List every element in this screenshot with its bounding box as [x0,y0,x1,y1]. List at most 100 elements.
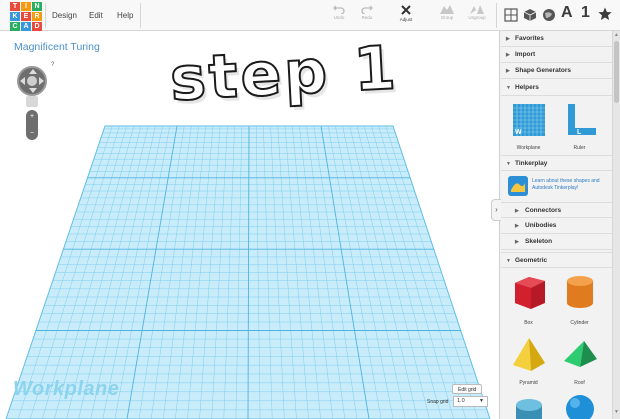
section-label: Skeleton [525,238,553,245]
logo-tile: C [10,22,20,31]
snap-grid-select[interactable]: 1.0 ▼ [453,396,488,407]
ortho-view-icon[interactable] [504,8,518,22]
orbit-control[interactable] [17,66,47,96]
logo-tile: R [32,12,42,21]
nav-help[interactable]: ? [51,62,54,68]
orbit-down-icon[interactable] [29,88,37,93]
logo-tile: A [21,22,31,31]
star-icon[interactable] [598,7,612,21]
chevron-down-icon: ▼ [479,398,484,404]
undo-icon [333,5,345,14]
section-geometric[interactable]: ▼ Geometric [501,252,612,268]
shape-sphere[interactable] [557,391,602,419]
section-import[interactable]: ▶ Import [501,47,612,63]
orbit-up-icon[interactable] [29,69,37,74]
menu-edit[interactable]: Edit [89,0,103,31]
workplane-canvas[interactable]: Magnificent Turing step 1 ? + − Workplan… [0,31,500,419]
section-label: Connectors [525,207,562,214]
section-label: Helpers [515,84,539,91]
chevron-down-icon: ▼ [506,161,511,167]
svg-text:W: W [515,129,522,136]
adjust-button[interactable]: Adjust [391,4,421,28]
svg-text:L: L [577,129,582,136]
blue-cylinder-shape-icon [515,399,542,419]
tinkercad-logo[interactable]: T I N K E R C A D [10,2,42,31]
orbit-right-icon[interactable] [39,77,44,85]
section-label: Tinkerplay [515,160,548,167]
collapse-panel-button[interactable]: › [491,199,501,221]
section-tinkerplay[interactable]: ▼ Tinkerplay [501,155,612,171]
box-view-icon[interactable] [523,8,537,22]
logo-tile: E [21,12,31,21]
chevron-down-icon: ▼ [506,85,511,91]
scroll-up-icon[interactable]: ▲ [614,32,619,38]
adjust-icon [401,5,411,15]
ruler-helper-icon: L [567,104,596,136]
shape-caption: Cylinder [570,320,589,326]
section-label: Import [515,51,536,58]
shape-caption: Box [524,320,533,326]
shape-ruler[interactable]: L Ruler [557,102,602,151]
menu-design[interactable]: Design [52,0,77,31]
zoom-control[interactable]: + − [26,110,38,140]
chevron-right-icon: ▶ [515,239,519,245]
group-icon [440,5,454,14]
adjust-label: Adjust [399,17,413,22]
menu-help[interactable]: Help [117,0,133,31]
ungroup-label: Ungroup [468,15,486,20]
tinkerplay-link[interactable]: Learn about these shapes and Autodesk Ti… [532,178,607,192]
section-shape-generators[interactable]: ▶ Shape Generators [501,63,612,79]
edit-grid-button[interactable]: Edit grid [452,384,483,394]
scroll-down-icon[interactable]: ▼ [614,409,619,415]
section-unibodies[interactable]: ▶ Unibodies [501,218,612,234]
section-helpers[interactable]: ▼ Helpers [501,80,612,96]
zoom-out-button[interactable]: − [26,127,38,140]
zoom-in-button[interactable]: + [26,110,38,123]
ungroup-button[interactable]: Ungroup [462,4,492,28]
group-button[interactable]: Group [432,4,462,28]
panel-scrollbar[interactable]: ▲ ▼ [612,31,620,419]
logo-tile: D [32,22,42,31]
logo-tile: N [32,2,42,11]
globe-view-icon[interactable] [542,8,556,22]
section-label: Favorites [515,35,544,42]
undo-button[interactable]: Undo [324,4,354,28]
undo-label: Undo [333,15,345,20]
number-tool[interactable]: 1 [581,4,590,22]
shape-cylinder-blue[interactable] [506,393,551,419]
home-view-icon[interactable] [27,76,37,86]
chevron-right-icon: › [495,205,498,214]
fit-view-button[interactable] [26,96,38,107]
tinkerplay-app-icon [508,176,528,196]
section-label: Unibodies [525,222,557,229]
orbit-left-icon[interactable] [20,77,25,85]
design-title[interactable]: Magnificent Turing [14,41,100,53]
section-favorites[interactable]: ▶ Favorites [501,31,612,47]
box-shape-icon [514,277,545,309]
scroll-thumb[interactable] [614,41,619,103]
redo-button[interactable]: Redo [352,4,382,28]
shape-caption: Roof [574,380,585,386]
section-connectors[interactable]: ▶ Connectors [501,202,612,218]
section-skeleton[interactable]: ▶ Skeleton [501,234,612,250]
text-tool[interactable]: A [561,4,573,22]
snap-grid-value: 1.0 [457,398,465,404]
shape-roof[interactable]: Roof [557,335,602,386]
section-label: Shape Generators [515,67,571,74]
pyramid-shape-icon [512,338,545,371]
shape-caption: Pyramid [519,380,538,386]
divider [496,3,497,28]
shape-cylinder[interactable]: Cylinder [557,271,602,326]
chevron-down-icon: ▼ [506,258,511,264]
chevron-right-icon: ▶ [515,223,519,229]
text-shape[interactable]: step 1 [167,32,401,116]
shapes-panel: ▶ Favorites ▶ Import ▶ Shape Generators ▼ He… [501,31,612,419]
shape-workplane[interactable]: W Workplane [506,102,551,151]
chevron-right-icon: ▶ [506,68,510,74]
shape-box[interactable]: Box [506,271,551,326]
group-label: Group [440,15,454,20]
cylinder-shape-icon [566,276,593,308]
chevron-right-icon: ▶ [506,52,510,58]
logo-tile: K [10,12,20,21]
shape-pyramid[interactable]: Pyramid [506,335,551,386]
